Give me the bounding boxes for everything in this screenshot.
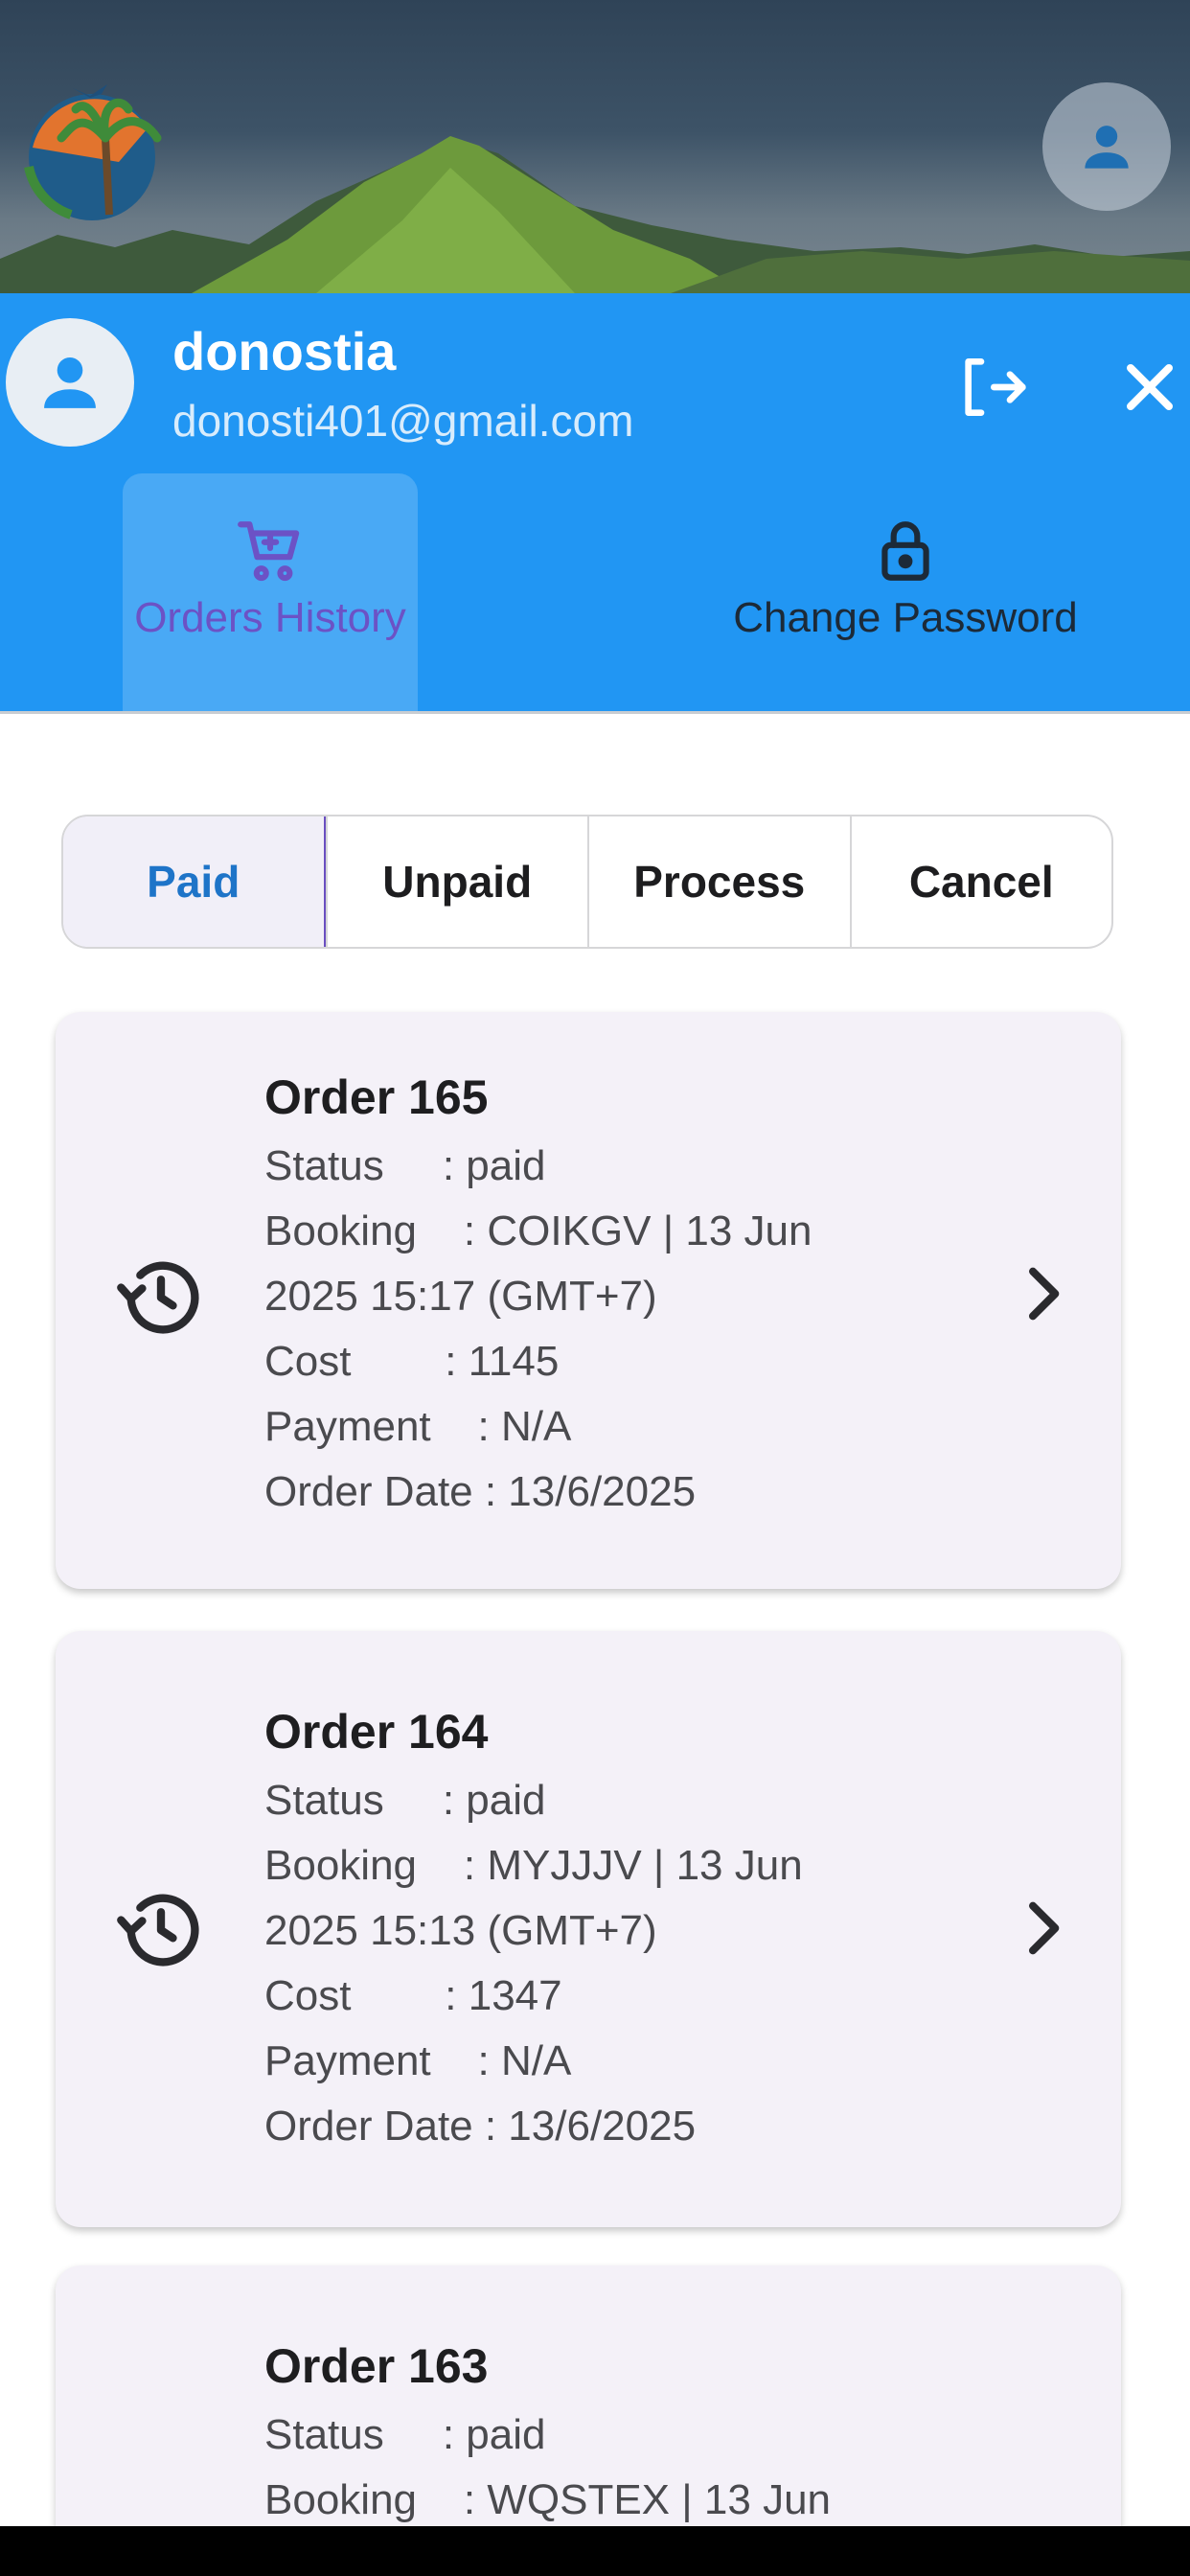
- order-booking: Booking : COIKGV | 13 Jun: [264, 1208, 812, 1254]
- order-date: Order Date : 13/6/2025: [264, 1468, 697, 1515]
- order-booking-date: 2025 15:17 (GMT+7): [264, 1273, 657, 1320]
- history-icon: [113, 1250, 209, 1346]
- cart-icon: [238, 521, 300, 582]
- order-card[interactable]: Order 164 Status : paid Booking : MYJJJV…: [56, 1631, 1121, 2227]
- order-booking-date: 2025 15:13 (GMT+7): [264, 1907, 657, 1954]
- chevron-right-icon[interactable]: [1004, 1255, 1081, 1332]
- order-date: Order Date : 13/6/2025: [264, 2103, 697, 2150]
- order-status: Status : paid: [264, 2411, 546, 2458]
- header-banner-image: [0, 0, 1190, 293]
- profile-avatar-button[interactable]: [1042, 82, 1171, 211]
- screen: donostia donosti401@gmail.com Orders His…: [0, 0, 1190, 2526]
- tab-unpaid[interactable]: Unpaid: [325, 816, 588, 947]
- chevron-right-icon[interactable]: [1004, 1890, 1081, 1966]
- order-booking: Booking : MYJJJV | 13 Jun: [264, 1842, 803, 1889]
- person-icon: [1085, 126, 1129, 169]
- order-title: Order 164: [264, 1705, 489, 1759]
- history-icon: [113, 1882, 209, 1978]
- user-email: donosti401@gmail.com: [172, 396, 634, 446]
- tab-process[interactable]: Process: [587, 816, 850, 947]
- logout-icon: [965, 358, 1026, 416]
- order-booking: Booking : WQSTEX | 13 Jun: [264, 2476, 832, 2523]
- order-payment: Payment : N/A: [264, 1403, 572, 1450]
- username: donostia: [172, 321, 397, 381]
- close-icon: [1127, 364, 1173, 410]
- tab-cancel[interactable]: Cancel: [849, 816, 1112, 947]
- divider: [0, 711, 1190, 714]
- history-icon: [113, 2517, 209, 2526]
- app-logo: [13, 71, 167, 224]
- order-status: Status : paid: [264, 1142, 546, 1189]
- order-title: Order 165: [264, 1070, 489, 1124]
- lock-icon: [881, 521, 929, 581]
- order-cost: Cost : 1347: [264, 1972, 562, 2019]
- order-status: Status : paid: [264, 1777, 546, 1824]
- logout-button[interactable]: [952, 349, 1029, 426]
- menu-orders-history-label: Orders History: [134, 594, 406, 641]
- order-cost: Cost : 1145: [264, 1338, 560, 1385]
- order-status-tabs: Paid Unpaid Process Cancel: [61, 815, 1113, 949]
- user-avatar: [6, 318, 134, 447]
- tab-paid[interactable]: Paid: [63, 816, 326, 947]
- order-card[interactable]: Order 165 Status : paid Booking : COIKGV…: [56, 1012, 1121, 1589]
- close-button[interactable]: [1111, 349, 1188, 426]
- menu-change-password-label: Change Password: [733, 594, 1078, 641]
- order-title: Order 163: [264, 2339, 489, 2393]
- person-icon: [44, 357, 96, 408]
- order-payment: Payment : N/A: [264, 2037, 572, 2084]
- order-card[interactable]: Order 163 Status : paid Booking : WQSTEX…: [56, 2266, 1121, 2526]
- menu-orders-history[interactable]: Orders History: [123, 473, 418, 711]
- menu-change-password[interactable]: Change Password: [709, 473, 1102, 711]
